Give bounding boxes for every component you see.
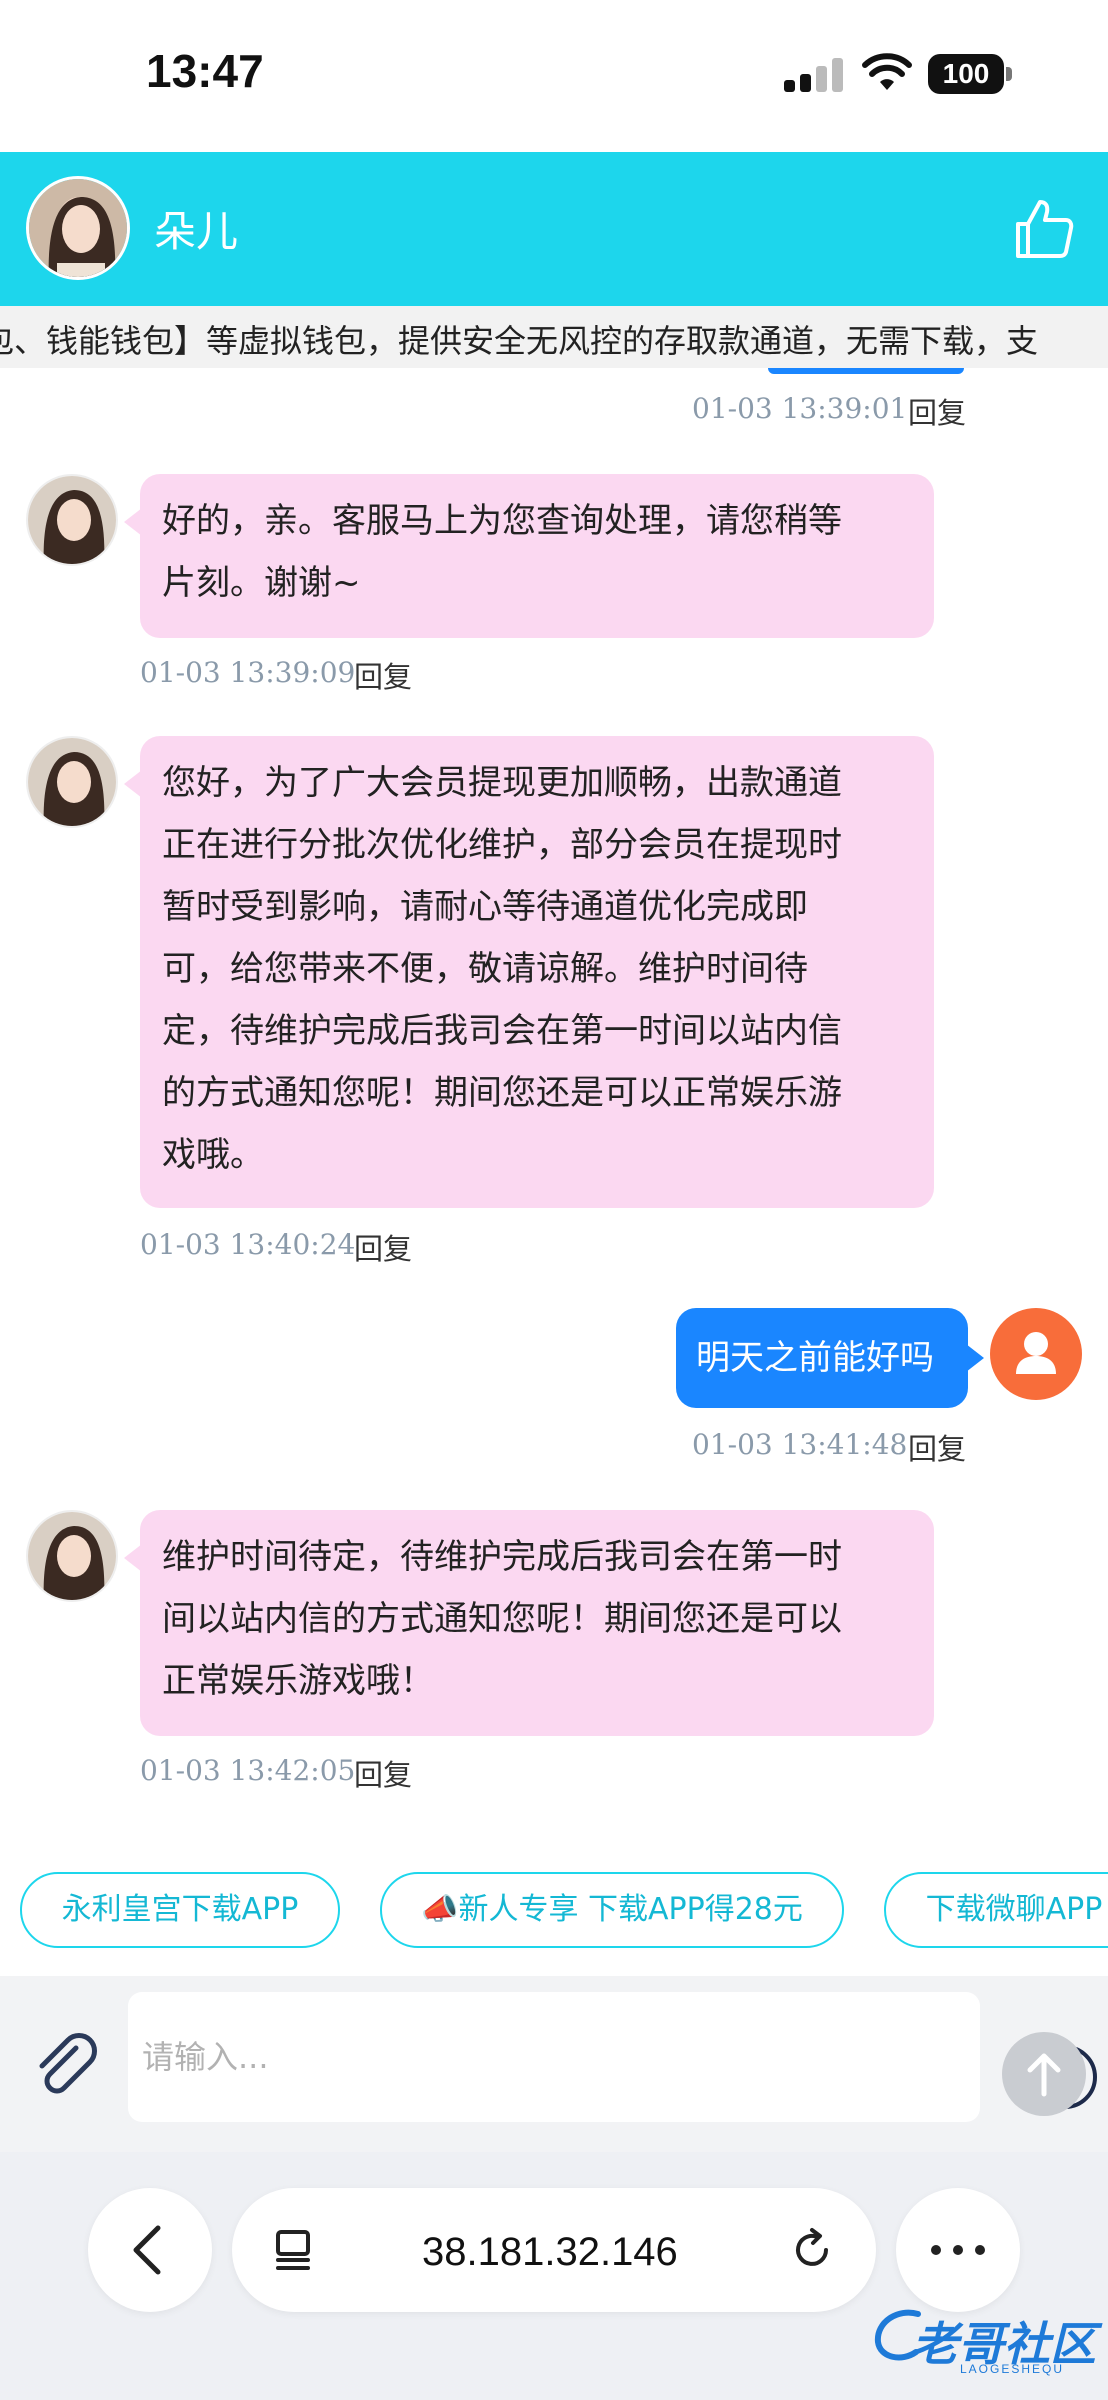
quick-link-chip[interactable]: 永利皇宫下载APP: [20, 1872, 340, 1948]
notice-text: 包、钱能钱包】等虚拟钱包，提供安全无风控的存取款通道，无需下载，支: [0, 322, 1039, 360]
reply-button[interactable]: 回复: [908, 390, 966, 432]
status-time: 13:47: [146, 45, 264, 97]
message-line: 明天之前能好吗: [696, 1338, 934, 1378]
message-line: 正在进行分批次优化维护，部分会员在提现时: [162, 825, 842, 865]
message-time: 01-03 13:42:05: [140, 1754, 356, 1787]
notice-marquee: 包、钱能钱包】等虚拟钱包，提供安全无风控的存取款通道，无需下载，支: [0, 306, 1108, 368]
message-time: 01-03 13:41:48: [692, 1428, 908, 1461]
message-line: 暂时受到影响，请耐心等待通道优化完成即: [162, 887, 808, 927]
address-text: 38.181.32.146: [422, 2230, 678, 2274]
paperclip-icon[interactable]: [28, 2028, 100, 2100]
message-line: 维护时间待定，待维护完成后我司会在第一时: [162, 1537, 842, 1577]
message-line: 好的，亲。客服马上为您查询处理，请您稍等: [162, 501, 842, 541]
quick-link-chip[interactable]: 下载微聊APP: [884, 1872, 1108, 1948]
message-line: 的方式通知您呢！期间您还是可以正常娱乐游: [162, 1073, 842, 1113]
reply-button[interactable]: 回复: [354, 1226, 412, 1268]
cellular-signal-icon: [784, 58, 844, 92]
message-line: 间以站内信的方式通知您呢！期间您还是可以: [162, 1599, 842, 1639]
agent-message-bubble: 您好，为了广大会员提现更加顺畅，出款通道 正在进行分批次优化维护，部分会员在提现…: [124, 736, 934, 1208]
agent-avatar-small: [26, 736, 118, 828]
user-avatar: [990, 1308, 1082, 1400]
send-button[interactable]: [1002, 2032, 1086, 2116]
battery-icon: 100: [928, 54, 1012, 94]
message-line: 可，给您带来不便，敬请谅解。维护时间待: [162, 949, 808, 989]
more-button[interactable]: [896, 2188, 1020, 2312]
agent-avatar[interactable]: [26, 176, 130, 280]
message-time: 01-03 13:39:09: [140, 656, 356, 689]
message-line: 正常娱乐游戏哦！: [162, 1661, 434, 1701]
reload-icon[interactable]: [786, 2224, 838, 2276]
chat-header: 朵儿: [0, 152, 1108, 306]
wifi-icon: [862, 53, 912, 90]
watermark-subtitle: LAOGESHEQU: [960, 2362, 1065, 2376]
agent-avatar-small: [26, 1510, 118, 1602]
thumbs-up-icon[interactable]: [1014, 196, 1074, 260]
input-area: [0, 1976, 1108, 2152]
site-watermark: 老哥社区 LAOGESHEQU: [868, 2298, 1098, 2382]
agent-name: 朵儿: [154, 207, 239, 256]
agent-avatar-small: [26, 474, 118, 566]
agent-message-bubble: 维护时间待定，待维护完成后我司会在第一时 间以站内信的方式通知您呢！期间您还是可…: [124, 1510, 934, 1736]
quick-links-bar: 永利皇宫下载APP 📣新人专享 下载APP得28元 下载微聊APP: [0, 1844, 1108, 1976]
arrow-up-icon: [1027, 2053, 1061, 2097]
message-input-box[interactable]: [128, 1992, 1097, 2122]
reply-button[interactable]: 回复: [354, 1752, 412, 1794]
user-icon: [1016, 1332, 1056, 1374]
message-bubble-partial: [768, 368, 964, 374]
message-time: 01-03 13:39:01: [692, 392, 908, 425]
user-message-bubble: 明天之前能好吗: [676, 1308, 984, 1408]
more-icon: [931, 2245, 985, 2255]
back-button[interactable]: [88, 2188, 212, 2312]
tabs-icon[interactable]: [270, 2226, 318, 2274]
message-line: 您好，为了广大会员提现更加顺畅，出款通道: [162, 763, 842, 803]
agent-message-bubble: 好的，亲。客服马上为您查询处理，请您稍等 片刻。谢谢~: [124, 474, 934, 638]
message-input[interactable]: [142, 2022, 862, 2092]
message-list[interactable]: 01-03 13:39:01 回复 好的，亲。客服马上为您查询处理，请您稍等 片…: [0, 368, 1108, 1844]
reply-button[interactable]: 回复: [908, 1426, 966, 1468]
status-bar: 13:47 100: [0, 0, 1108, 152]
message-line: 戏哦。: [162, 1135, 264, 1175]
battery-level: 100: [928, 54, 1004, 94]
address-bar[interactable]: 38.181.32.146: [232, 2188, 876, 2312]
message-line: 片刻。谢谢~: [162, 563, 361, 603]
reply-button[interactable]: 回复: [354, 654, 412, 696]
message-time: 01-03 13:40:24: [140, 1228, 356, 1261]
chevron-left-icon: [133, 2225, 161, 2275]
message-line: 定，待维护完成后我司会在第一时间以站内信: [162, 1011, 842, 1051]
quick-link-chip[interactable]: 📣新人专享 下载APP得28元: [380, 1872, 844, 1948]
